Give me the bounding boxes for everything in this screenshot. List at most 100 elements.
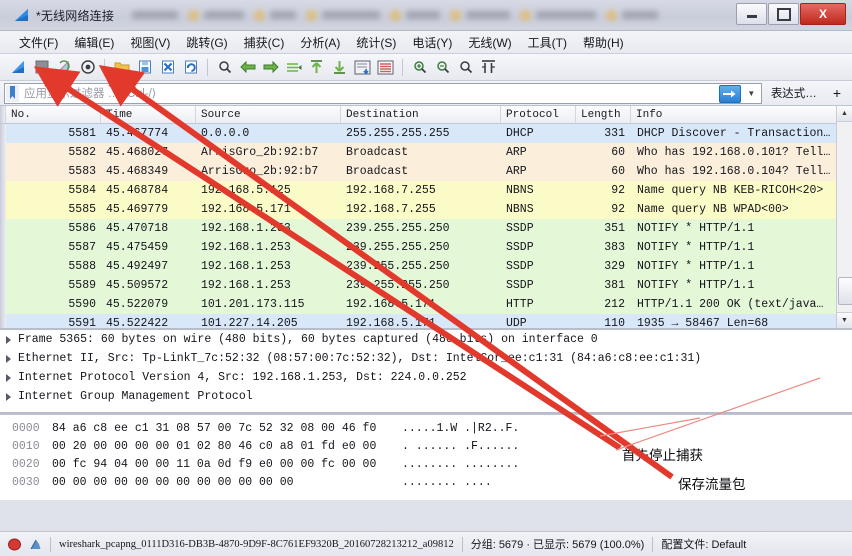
display-filter-placeholder: 应用显示过滤器 … ⟨Ctrl-/⟩ [24, 88, 157, 100]
go-first-packet-icon[interactable] [306, 57, 327, 78]
zoom-in-icon[interactable] [409, 57, 430, 78]
display-filter-input[interactable]: 应用显示过滤器 … ⟨Ctrl-/⟩ ▼ [4, 82, 762, 104]
menu-help[interactable]: 帮助(H) [576, 32, 631, 53]
packet-source: ArrisGro_2b:92:b7 [201, 165, 319, 178]
menu-tools[interactable]: 工具(T) [521, 32, 574, 53]
packet-no: 5587 [68, 241, 96, 254]
status-separator [652, 536, 654, 552]
maximize-button[interactable] [768, 3, 799, 25]
hex-row: 0020 00 fc 94 04 00 00 11 0a 0d f9 e0 00… [0, 455, 852, 473]
packet-row[interactable]: 5585 45.469779 192.168.5.171 192.168.7.255 N… [0, 200, 852, 219]
packet-time: 45.522079 [106, 298, 169, 311]
packet-destination: 192.168.7.255 [346, 184, 436, 197]
go-forward-icon[interactable] [260, 57, 281, 78]
packet-row[interactable]: 5590 45.522079 101.201.173.115 192.168.5.17… [0, 295, 852, 314]
close-file-icon[interactable] [157, 57, 178, 78]
stop-capture-icon[interactable] [31, 57, 52, 78]
status-capture-file: wireshark_pcapng_0111D316-DB3B-4870-9D9F… [59, 538, 454, 550]
column-header-destination[interactable]: Destination [341, 106, 501, 123]
packet-no: 5586 [68, 222, 96, 235]
save-file-icon[interactable] [134, 57, 155, 78]
minimize-button[interactable] [736, 3, 767, 25]
packet-length: 92 [611, 184, 625, 197]
packet-info: NOTIFY * HTTP/1.1 [637, 260, 755, 273]
detail-ethernet[interactable]: Ethernet II, Src: Tp-LinkT_7c:52:32 (08:… [0, 349, 852, 368]
restart-capture-icon[interactable] [54, 57, 75, 78]
detail-igmp[interactable]: Internet Group Management Protocol [0, 387, 852, 406]
bookmark-icon[interactable] [6, 84, 19, 102]
scroll-down-button[interactable]: ▼ [837, 312, 852, 328]
zoom-out-icon[interactable] [432, 57, 453, 78]
window-controls: X [736, 3, 846, 25]
chevron-down-icon[interactable]: ▼ [744, 86, 759, 101]
packet-source: ArrisGro_2b:92:b7 [201, 146, 319, 159]
auto-scroll-icon[interactable] [352, 57, 373, 78]
find-packet-icon[interactable] [214, 57, 235, 78]
scroll-up-button[interactable]: ▲ [837, 106, 852, 122]
column-header-info[interactable]: Info [631, 106, 852, 123]
packet-destination: 192.168.5.171 [346, 317, 436, 328]
packet-time: 45.475459 [106, 241, 169, 254]
column-header-length[interactable]: Length [576, 106, 631, 123]
status-separator [50, 536, 51, 552]
packet-row[interactable]: 5582 45.468027 ArrisGro_2b:92:b7 Broadcast A… [0, 143, 852, 162]
menu-file[interactable]: 文件(F) [12, 32, 65, 53]
hex-values: 00 fc 94 04 00 00 11 0a 0d f9 e0 00 00 f… [52, 457, 377, 471]
menu-capture[interactable]: 捕获(C) [237, 32, 292, 53]
add-filter-button[interactable]: + [826, 85, 848, 101]
packet-row[interactable]: 5584 45.468784 192.168.5.125 192.168.7.255 N… [0, 181, 852, 200]
menu-edit[interactable]: 编辑(E) [67, 32, 121, 53]
packet-row[interactable]: 5589 45.509572 192.168.1.253 239.255.255.25… [0, 276, 852, 295]
packet-row[interactable]: 5588 45.492497 192.168.1.253 239.255.255.25… [0, 257, 852, 276]
menu-statistics[interactable]: 统计(S) [349, 32, 403, 53]
packet-row[interactable]: 5591 45.522422 101.227.14.205 192.168.5.171… [0, 314, 852, 328]
capture-options-icon[interactable] [77, 57, 98, 78]
menu-analyze[interactable]: 分析(A) [293, 32, 347, 53]
detail-ipv4[interactable]: Internet Protocol Version 4, Src: 192.16… [0, 368, 852, 387]
detail-frame[interactable]: Frame 5365: 60 bytes on wire (480 bits),… [0, 330, 852, 349]
menu-telephony[interactable]: 电话(Y) [405, 32, 459, 53]
colorize-icon[interactable] [375, 57, 396, 78]
menu-bar: 文件(F) 编辑(E) 视图(V) 跳转(G) 捕获(C) 分析(A) 统计(S… [0, 31, 852, 54]
packet-row[interactable]: 5587 45.475459 192.168.1.253 239.255.255.25… [0, 238, 852, 257]
capture-file-icon[interactable] [29, 538, 42, 551]
scroll-thumb[interactable] [838, 277, 852, 305]
column-header-no[interactable]: No. [6, 106, 101, 123]
zoom-reset-icon[interactable] [455, 57, 476, 78]
menu-view[interactable]: 视图(V) [123, 32, 177, 53]
filter-expression-button[interactable]: 表达式… [766, 84, 822, 102]
column-header-protocol[interactable]: Protocol [501, 106, 576, 123]
packet-row[interactable]: 5583 45.468349 ArrisGro_2b:92:b7 Broadcast A… [0, 162, 852, 181]
expert-error-icon[interactable] [8, 538, 21, 551]
go-back-icon[interactable] [237, 57, 258, 78]
detail-frame-text: Frame 5365: 60 bytes on wire (480 bits),… [18, 333, 598, 346]
go-to-packet-icon[interactable] [283, 57, 304, 78]
column-header-source[interactable]: Source [196, 106, 341, 123]
packet-info: NOTIFY * HTTP/1.1 [637, 241, 755, 254]
packet-row[interactable]: 5586 45.470718 192.168.1.253 239.255.255.25… [0, 219, 852, 238]
resize-columns-icon[interactable] [478, 57, 499, 78]
packet-row[interactable]: 5581 45.467774 0.0.0.0 255.255.255.255 DHCP 3… [0, 124, 852, 143]
packet-no: 5589 [68, 279, 96, 292]
apply-filter-button[interactable] [718, 84, 741, 103]
menu-go[interactable]: 跳转(G) [179, 32, 234, 53]
column-header-time[interactable]: Time [101, 106, 196, 123]
open-file-icon[interactable] [111, 57, 132, 78]
start-capture-icon[interactable] [8, 57, 29, 78]
packet-protocol: NBNS [506, 184, 534, 197]
menu-wireless[interactable]: 无线(W) [461, 32, 518, 53]
scroll-track[interactable] [837, 122, 852, 312]
close-button[interactable]: X [800, 3, 846, 25]
packet-length: 381 [604, 279, 625, 292]
go-last-packet-icon[interactable] [329, 57, 350, 78]
window-title: *无线网络连接 [36, 8, 115, 23]
expand-triangle-icon[interactable] [6, 335, 11, 344]
expand-triangle-icon[interactable] [6, 373, 11, 382]
expand-triangle-icon[interactable] [6, 354, 11, 363]
hex-values: 84 a6 c8 ee c1 31 08 57 00 7c 52 32 08 0… [52, 421, 377, 435]
hex-ascii: ........ .... [402, 475, 492, 489]
packet-list-scrollbar[interactable]: ▲ ▼ [836, 106, 852, 328]
expand-triangle-icon[interactable] [6, 392, 11, 401]
packet-length: 92 [611, 203, 625, 216]
reload-file-icon[interactable] [180, 57, 201, 78]
